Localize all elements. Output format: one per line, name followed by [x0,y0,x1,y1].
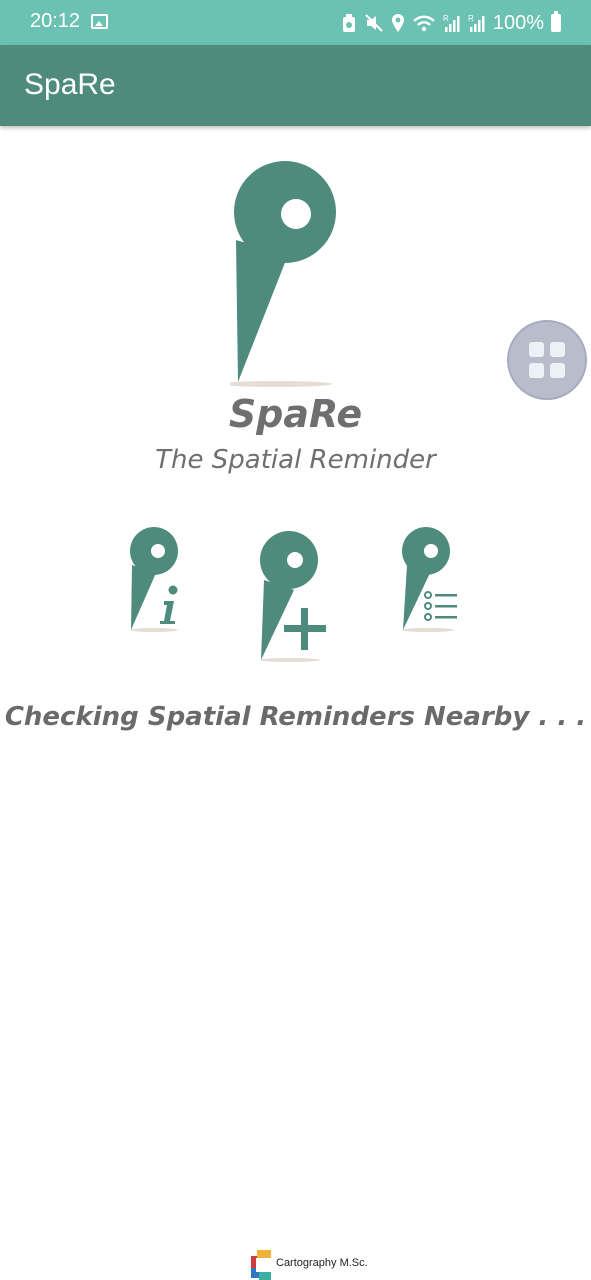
recycle-icon [342,14,355,32]
status-icons: R R 100% [341,10,561,36]
gallery-notification-icon [91,14,108,29]
app-title: SpaRe [24,68,116,101]
location-icon [391,14,404,32]
mute-icon [365,14,383,32]
cartography-logo-icon [251,1250,271,1280]
status-bar: 20:12 R R 100% [0,0,591,45]
footer: Cartography M.Sc. [0,1248,591,1280]
signal-icon-1: R [443,14,460,32]
brand-name: SpaRe [228,392,363,436]
spare-logo-pin-icon [230,161,336,387]
battery-percent: 100% [492,11,544,34]
brand-tagline: The Spatial Reminder [155,445,436,475]
info-button[interactable] [126,525,186,639]
svg-text:R: R [443,14,449,23]
wifi-icon [412,15,435,32]
status-time: 20:12 [30,10,81,32]
assistive-menu-button[interactable] [507,320,587,400]
pin-info-icon [130,527,178,632]
reminder-list-button[interactable] [398,525,468,639]
svg-text:R: R [468,14,474,23]
app-bar: SpaRe [0,45,591,126]
signal-icon-2: R [468,14,485,32]
status-message: Checking Spatial Reminders Nearby . . . [4,702,587,732]
pin-add-icon [260,531,326,662]
add-reminder-button[interactable] [256,530,336,669]
pin-list-icon [402,527,457,632]
footer-text: Cartography M.Sc. [276,1257,368,1269]
battery-icon [551,11,561,32]
